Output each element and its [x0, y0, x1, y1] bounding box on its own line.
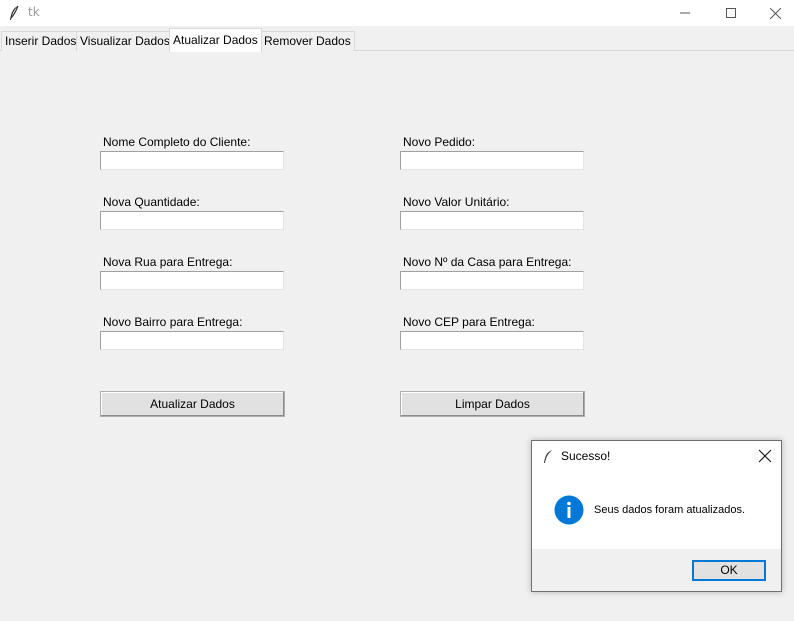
- novo-bairro-input[interactable]: [100, 331, 284, 350]
- nome-cliente-input[interactable]: [100, 151, 284, 170]
- close-icon[interactable]: [758, 449, 772, 463]
- close-button[interactable]: [752, 0, 794, 26]
- nova-quantidade-label: Nova Quantidade:: [103, 195, 200, 209]
- feather-icon: [10, 5, 19, 20]
- novo-cep-label: Novo CEP para Entrega:: [403, 315, 535, 329]
- novo-valor-unitario-label: Novo Valor Unitário:: [403, 195, 510, 209]
- nova-quantidade-input[interactable]: [100, 211, 284, 230]
- tab-remover-dados[interactable]: Remover Dados: [260, 31, 355, 51]
- maximize-button[interactable]: [708, 0, 754, 26]
- dialog-titlebar: Sucesso!: [532, 441, 781, 471]
- notebook-tabs: Inserir Dados Visualizar Dados Atualizar…: [0, 26, 794, 52]
- info-icon: [554, 495, 584, 525]
- tab-atualizar-dados[interactable]: Atualizar Dados: [169, 28, 262, 52]
- novo-numero-casa-label: Novo Nº da Casa para Entrega:: [403, 255, 572, 269]
- dialog-message: Seus dados foram atualizados.: [594, 504, 746, 516]
- success-dialog: Sucesso! Seus dados foram atualizados. O…: [531, 440, 782, 592]
- tab-inserir-dados[interactable]: Inserir Dados: [1, 31, 81, 51]
- nova-rua-label: Nova Rua para Entrega:: [103, 255, 233, 269]
- nome-cliente-label: Nome Completo do Cliente:: [103, 135, 251, 149]
- minimize-button[interactable]: [662, 0, 708, 26]
- dialog-title: Sucesso!: [561, 449, 611, 463]
- limpar-dados-button[interactable]: Limpar Dados: [400, 391, 585, 417]
- novo-cep-input[interactable]: [400, 331, 584, 350]
- nova-rua-input[interactable]: [100, 271, 284, 290]
- ok-button[interactable]: OK: [692, 560, 766, 581]
- dialog-footer: OK: [532, 549, 781, 591]
- close-icon: [769, 7, 781, 19]
- novo-pedido-input[interactable]: [400, 151, 584, 170]
- minimize-icon: [680, 12, 690, 14]
- atualizar-dados-button[interactable]: Atualizar Dados: [100, 391, 285, 417]
- feather-icon: [544, 450, 552, 463]
- maximize-icon: [726, 8, 736, 18]
- novo-pedido-label: Novo Pedido:: [403, 135, 476, 149]
- window-titlebar: tk: [0, 0, 794, 26]
- window-title: tk: [28, 5, 40, 19]
- novo-numero-casa-input[interactable]: [400, 271, 584, 290]
- novo-bairro-label: Novo Bairro para Entrega:: [103, 315, 243, 329]
- tab-visualizar-dados[interactable]: Visualizar Dados: [76, 31, 174, 51]
- novo-valor-unitario-input[interactable]: [400, 211, 584, 230]
